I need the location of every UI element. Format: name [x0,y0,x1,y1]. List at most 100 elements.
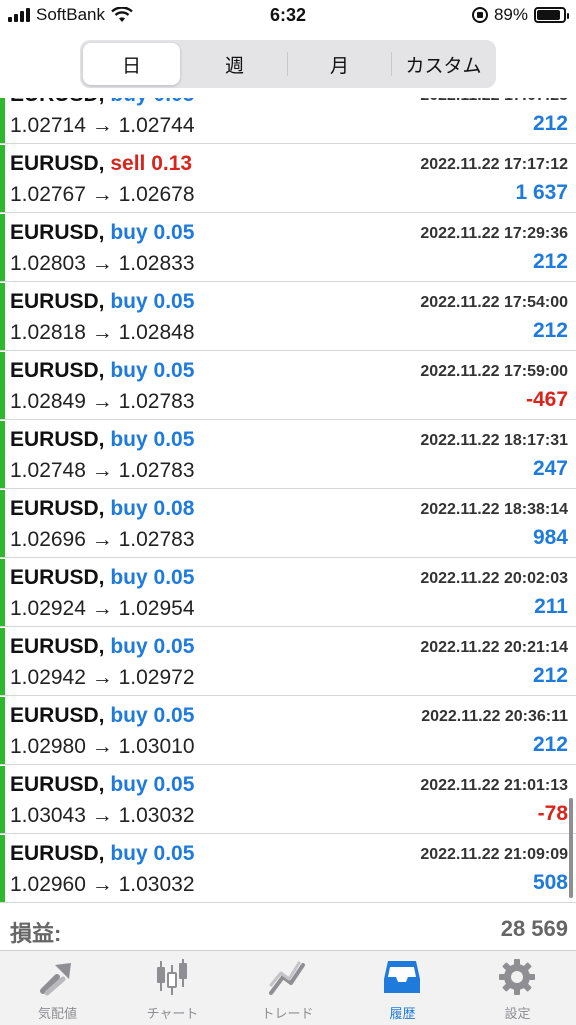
tab-trade-label: トレード [261,1006,314,1021]
trade-symbol-name: EURUSD, [10,98,105,106]
tab-trade[interactable]: トレード [230,951,345,1025]
trade-row[interactable]: EURUSD, buy 0.05 2022.11.22 17:59:00 1.028… [0,352,576,420]
segment-week[interactable]: 週 [186,43,283,85]
settings-icon [499,959,535,995]
tab-history[interactable]: 履歴 [345,951,460,1025]
trade-row[interactable]: EURUSD, buy 0.08 2022.11.22 18:38:14 1.026… [0,490,576,558]
trade-time: 2022.11.22 20:02:03 [420,570,568,587]
trade-row[interactable]: EURUSD, buy 0.05 2022.11.22 17:54:00 1.028… [0,283,576,351]
trade-row-marker [0,697,5,764]
trade-row-marker [0,283,5,350]
trade-profit: 212 [532,733,568,756]
arrow-icon: → [91,321,113,344]
arrow-icon: → [91,114,113,137]
trade-time: 2022.11.22 18:17:31 [420,432,568,449]
trade-open-price: 1.02748 [10,459,86,482]
trade-profit: 212 [532,112,568,135]
trade-close-price: 1.03010 [118,735,195,758]
trade-symbol-name: EURUSD, [10,704,105,727]
trade-row[interactable]: EURUSD, buy 0.05 2022.11.22 18:17:31 1.027… [0,421,576,489]
trade-symbol: EURUSD, buy 0.05 [10,359,194,383]
trade-lot: 0.05 [154,98,195,106]
trade-row[interactable]: EURUSD, buy 0.05 2022.11.22 20:02:03 1.029… [0,559,576,627]
trade-profit: 211 [534,595,568,618]
trade-row[interactable]: EURUSD, buy 0.05 2022.11.22 20:21:14 1.029… [0,628,576,696]
trade-profit: 212 [532,319,568,342]
trade-close-price: 1.02833 [118,252,195,275]
tab-chart[interactable]: チャート [115,951,230,1025]
trade-prices: 1.02767 → 1.02678 [10,183,195,207]
tab-settings[interactable]: 設定 [460,951,575,1025]
segment-month[interactable]: 月 [291,43,388,85]
trade-close-price: 1.02783 [118,390,195,413]
trade-open-price: 1.02980 [10,735,86,758]
trade-open-price: 1.02924 [10,597,86,620]
profit-summary-value: 28 569 [500,916,568,941]
trade-symbol: EURUSD, buy 0.05 [10,290,194,314]
segment-divider [391,52,392,76]
trade-time: 2022.11.22 17:17:12 [420,156,568,173]
trade-profit: 984 [532,526,568,549]
trade-row[interactable]: EURUSD, buy 0.05 2022.11.22 17:07:25 1.027… [0,98,576,144]
trade-symbol-name: EURUSD, [10,635,105,658]
trade-lot: 0.13 [151,152,193,175]
trade-row[interactable]: EURUSD, buy 0.05 2022.11.22 21:09:09 1.029… [0,835,576,903]
trade-prices: 1.02849 → 1.02783 [10,390,195,414]
trade-row[interactable]: EURUSD, buy 0.05 2022.11.22 17:29:36 1.028… [0,214,576,282]
trade-profit: 1 637 [515,181,568,204]
scroll-indicator [569,798,573,898]
segment-day[interactable]: 日 [83,43,180,85]
trade-profit: 508 [532,871,568,894]
trade-row-marker [0,98,5,143]
trade-time: 2022.11.22 21:09:09 [420,846,568,863]
trade-symbol: EURUSD, buy 0.05 [10,704,194,728]
trade-close-price: 1.03032 [118,804,195,827]
trade-row-marker [0,559,5,626]
tab-history-label: 履歴 [389,1006,416,1021]
arrow-icon: → [91,804,113,827]
trade-time: 2022.11.22 18:38:14 [420,501,568,518]
trade-lot: 0.05 [153,359,195,382]
trade-row[interactable]: EURUSD, sell 0.13 2022.11.22 17:17:12 1.02… [0,145,576,213]
trade-symbol-name: EURUSD, [10,842,105,865]
trade-symbol: EURUSD, buy 0.05 [10,428,194,452]
tab-settings-label: 設定 [504,1006,531,1021]
arrow-icon: → [91,735,113,758]
trade-open-price: 1.02803 [10,252,86,275]
battery-icon [534,7,569,23]
trade-lot: 0.05 [153,773,195,796]
arrow-icon: → [91,390,113,413]
trade-profit: -78 [537,802,568,825]
trade-symbol: EURUSD, buy 0.05 [10,842,194,866]
tab-quotes[interactable]: 気配値 [0,951,115,1025]
trade-symbol-name: EURUSD, [10,497,105,520]
trade-prices: 1.02818 → 1.02848 [10,321,195,345]
trade-row-marker [0,352,5,419]
segment-custom[interactable]: カスタム [394,43,493,85]
trade-history-list[interactable]: EURUSD, buy 0.05 2022.11.22 21:09:09 1.029… [0,98,576,906]
trade-side: buy [110,773,148,796]
trade-row[interactable]: EURUSD, buy 0.05 2022.11.22 21:01:13 1.030… [0,766,576,834]
trade-lot: 0.05 [153,704,195,727]
trade-close-price: 1.02848 [118,321,195,344]
trade-time: 2022.11.22 17:07:25 [420,98,568,105]
status-right: 89% [471,5,569,25]
arrow-icon: → [91,183,113,206]
trade-time: 2022.11.22 20:21:14 [420,639,568,656]
trade-close-price: 1.02678 [118,183,195,206]
trade-side: buy [110,221,148,244]
tab-quotes-label: 気配値 [37,1006,77,1021]
status-bar: SoftBank 6:32 89% [0,0,576,34]
segment-divider [287,52,288,76]
tab-bar: 気配値 チャート トレード 履歴 設定 [0,950,576,1025]
trade-symbol: EURUSD, buy 0.05 [10,635,194,659]
history-icon [384,961,420,993]
trade-row[interactable]: EURUSD, buy 0.05 2022.11.22 20:36:11 1.029… [0,697,576,765]
arrow-icon: → [91,528,113,551]
trade-time: 2022.11.22 17:29:36 [420,225,568,242]
trade-prices: 1.02924 → 1.02954 [10,597,195,621]
trade-row-marker [0,835,5,902]
trade-symbol: EURUSD, buy 0.05 [10,773,194,797]
trade-row-marker [0,766,5,833]
rotation-lock-icon [471,7,488,23]
